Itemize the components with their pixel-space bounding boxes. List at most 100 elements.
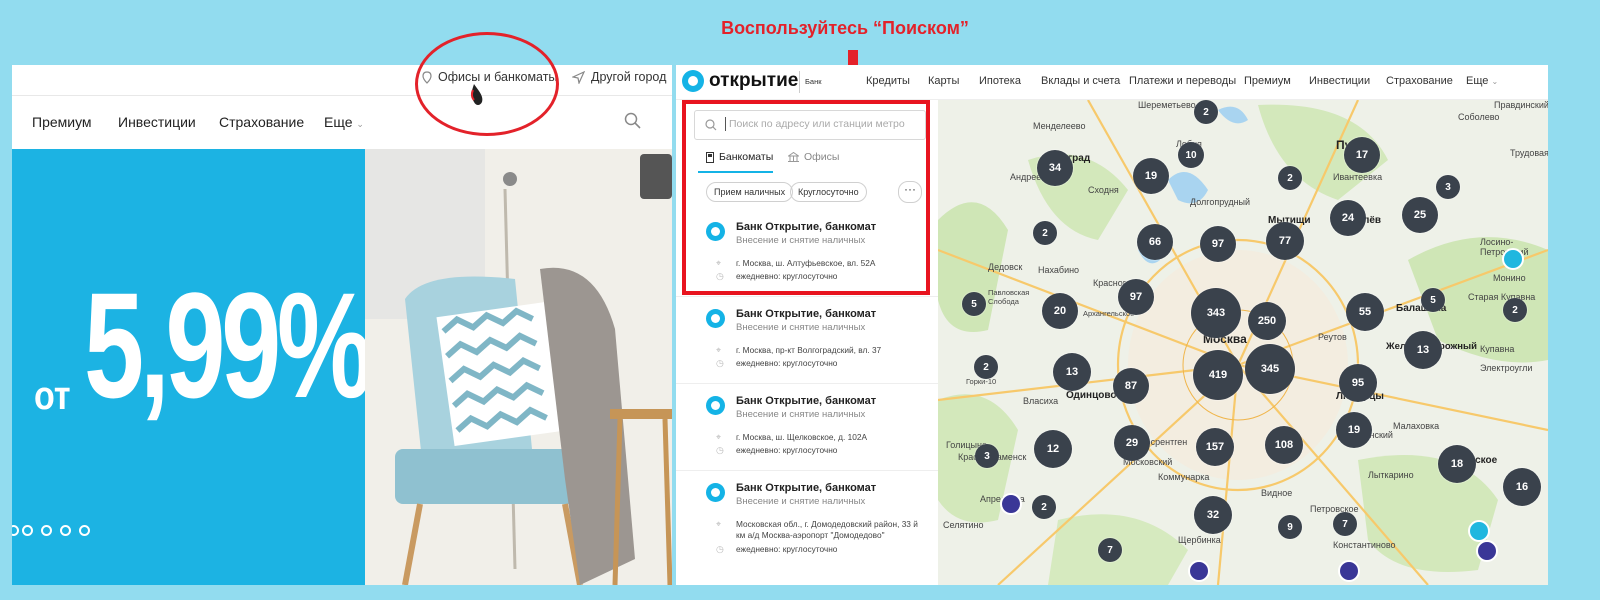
- map-label-malakhovka: Малаховка: [1393, 421, 1440, 431]
- atm-cluster[interactable]: 7: [1098, 538, 1122, 562]
- atm-cluster[interactable]: 55: [1346, 293, 1384, 331]
- other-city-link[interactable]: Другой город: [572, 70, 666, 84]
- search-icon[interactable]: [624, 112, 642, 130]
- atm-hours: ежедневно: круглосуточно: [736, 358, 838, 368]
- atm-cluster[interactable]: 2: [1503, 298, 1527, 322]
- atm-cluster[interactable]: 12: [1034, 430, 1072, 468]
- atm-cluster[interactable]: 419: [1193, 350, 1243, 400]
- atm-map-pin[interactable]: [1188, 560, 1210, 582]
- site-header: открытие Банк Кредиты Карты Ипотека Вкла…: [676, 65, 1548, 100]
- atm-cluster[interactable]: 343: [1191, 288, 1241, 338]
- nav-payments[interactable]: Платежи и переводы: [1129, 75, 1236, 87]
- atm-cluster[interactable]: 13: [1404, 331, 1442, 369]
- nav-insurance[interactable]: Страхование: [1386, 75, 1453, 87]
- atm-cluster[interactable]: 95: [1339, 364, 1377, 402]
- nav-investments[interactable]: Инвестиции: [118, 114, 196, 130]
- nav-cards[interactable]: Карты: [928, 75, 959, 87]
- map-label-mendeleevo: Менделеево: [1033, 121, 1086, 131]
- atm-cluster[interactable]: 13: [1053, 353, 1091, 391]
- list-item[interactable]: Банк Открытие, банкомат Внесение и сняти…: [676, 471, 938, 571]
- nav-deposits[interactable]: Вклады и счета: [1041, 75, 1120, 87]
- bank-homepage-panel: Офисы и банкоматы Другой город Премиум И…: [12, 65, 672, 585]
- nav-premium[interactable]: Премиум: [1244, 75, 1291, 87]
- logo-wordmark[interactable]: открытие: [709, 70, 798, 92]
- atm-cluster[interactable]: 2: [974, 355, 998, 379]
- nav-mortgage[interactable]: Ипотека: [979, 75, 1021, 87]
- atm-cluster[interactable]: 3: [1436, 175, 1460, 199]
- atm-cluster[interactable]: 9: [1278, 515, 1302, 539]
- atm-cluster[interactable]: 97: [1118, 279, 1154, 315]
- slider-dot[interactable]: [79, 525, 90, 536]
- atm-cluster[interactable]: 250: [1248, 302, 1286, 340]
- atm-cluster[interactable]: 5: [1421, 288, 1445, 312]
- atm-cluster[interactable]: 2: [1032, 495, 1056, 519]
- atm-map-pin[interactable]: [1468, 520, 1490, 542]
- nav-investments[interactable]: Инвестиции: [1309, 75, 1370, 87]
- atm-cluster[interactable]: 24: [1330, 200, 1366, 236]
- otkritie-logo-icon[interactable]: [682, 70, 704, 92]
- atm-cluster[interactable]: 2: [1033, 221, 1057, 245]
- list-item[interactable]: Банк Открытие, банкомат Внесение и сняти…: [676, 384, 938, 471]
- slider-dot[interactable]: [41, 525, 52, 536]
- map-label-pravdinsky: Правдинский: [1494, 100, 1548, 110]
- map-label-reutov: Реутов: [1318, 332, 1347, 342]
- atm-address: г. Москва, ш. Щелковское, д. 102А: [736, 432, 867, 442]
- atm-hours: ежедневно: круглосуточно: [736, 445, 838, 455]
- nav-credits[interactable]: Кредиты: [866, 75, 910, 87]
- atm-address: Московская обл., г. Домодедовский район,…: [736, 519, 918, 540]
- atm-cluster[interactable]: 3: [975, 444, 999, 468]
- slider-dot[interactable]: [60, 525, 71, 536]
- atm-map-pin[interactable]: [1476, 540, 1498, 562]
- atm-cluster[interactable]: 345: [1245, 344, 1295, 394]
- atm-cluster[interactable]: 108: [1265, 426, 1303, 464]
- atm-cluster[interactable]: 77: [1266, 222, 1304, 260]
- map-label-trudovaya: Трудовая: [1510, 148, 1548, 158]
- nav-premium[interactable]: Премиум: [32, 114, 92, 130]
- atm-cluster[interactable]: 7: [1333, 512, 1357, 536]
- atm-title: Банк Открытие, банкомат: [736, 482, 877, 494]
- atm-map-pin[interactable]: [1338, 560, 1360, 582]
- atm-cluster[interactable]: 20: [1042, 293, 1078, 329]
- slider-dot[interactable]: [22, 525, 33, 536]
- atm-map-pin[interactable]: [1000, 493, 1022, 515]
- map-label-shcherbinka: Щербинка: [1178, 535, 1221, 545]
- atm-cluster[interactable]: 157: [1196, 428, 1234, 466]
- atm-cluster[interactable]: 2: [1278, 166, 1302, 190]
- atm-cluster[interactable]: 17: [1344, 137, 1380, 173]
- slider-dot[interactable]: [12, 525, 19, 536]
- atm-map-pin[interactable]: [1502, 248, 1524, 270]
- map-label-elektrougli: Электроугли: [1480, 363, 1533, 373]
- atm-cluster[interactable]: 29: [1114, 425, 1150, 461]
- mouse-cursor-icon: [470, 84, 483, 105]
- nav-more-label: Еще: [324, 114, 353, 130]
- promo-blue-panel: от 5,99%: [12, 149, 373, 585]
- atm-map[interactable]: Менделеево Лобня Правдинский Пуш град Ан…: [938, 100, 1548, 585]
- promo-banner[interactable]: от 5,99%: [12, 149, 672, 585]
- nav-insurance[interactable]: Страхование: [219, 114, 304, 130]
- atm-cluster[interactable]: 97: [1200, 226, 1236, 262]
- main-nav: Премиум Инвестиции Страхование Еще ⌄: [12, 98, 672, 148]
- atm-cluster[interactable]: 25: [1402, 197, 1438, 233]
- list-item[interactable]: Банк Открытие, банкомат Внесение и сняти…: [676, 297, 938, 384]
- atm-hours: ежедневно: круглосуточно: [736, 544, 838, 554]
- atm-title: Банк Открытие, банкомат: [736, 395, 877, 407]
- atm-cluster[interactable]: 10: [1178, 142, 1204, 168]
- nav-more-label: Еще: [1466, 75, 1489, 87]
- map-label-staraya-kupavna: Старая Купавна: [1468, 292, 1536, 302]
- atm-cluster[interactable]: 18: [1438, 445, 1476, 483]
- atm-cluster[interactable]: 2: [1194, 100, 1218, 124]
- atm-cluster[interactable]: 66: [1137, 224, 1173, 260]
- top-utility-bar: Офисы и банкоматы Другой город: [12, 65, 672, 96]
- clock-icon: ◷: [716, 544, 724, 554]
- atm-cluster[interactable]: 34: [1037, 150, 1073, 186]
- clock-icon: ◷: [716, 445, 724, 455]
- nav-more[interactable]: Еще ⌄: [324, 114, 364, 130]
- atm-cluster[interactable]: 19: [1133, 158, 1169, 194]
- atm-cluster[interactable]: 19: [1336, 412, 1372, 448]
- atm-cluster[interactable]: 16: [1503, 468, 1541, 506]
- chevron-down-icon: ⌄: [356, 119, 364, 129]
- nav-more[interactable]: Еще ⌄: [1466, 75, 1498, 87]
- atm-cluster[interactable]: 32: [1194, 496, 1232, 534]
- atm-cluster[interactable]: 87: [1113, 368, 1149, 404]
- atm-cluster[interactable]: 5: [962, 292, 986, 316]
